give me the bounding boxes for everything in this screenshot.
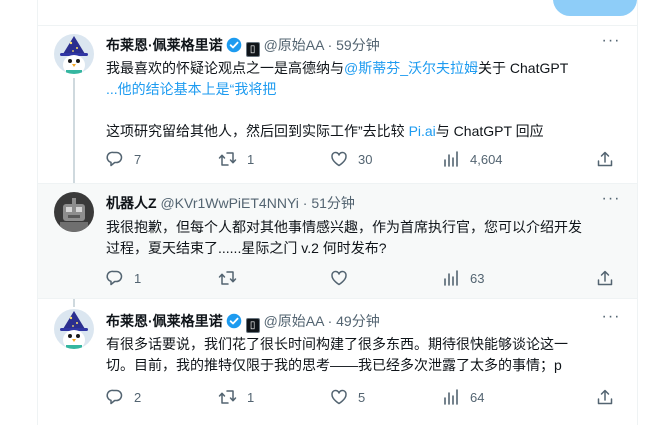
reply-action[interactable]: 7 [106, 150, 141, 170]
like-action[interactable] [330, 269, 358, 289]
verified-icon [226, 37, 242, 58]
avatar[interactable] [54, 309, 94, 349]
avatar[interactable] [54, 34, 94, 74]
tweet-header: 布莱恩·佩莱格里诺 ▯ @原始AA · 49分钟 [106, 311, 380, 334]
tweet-text: 我最喜欢的怀疑论观点之一是高德纳与@斯蒂芬_沃尔夫拉姆关于 ChatGPT ..… [106, 58, 621, 142]
timestamp[interactable]: 49分钟 [336, 313, 380, 329]
avatar[interactable] [54, 192, 94, 232]
reply-count: 1 [134, 271, 142, 286]
reply-count: 2 [134, 390, 142, 405]
like-count: 5 [358, 390, 366, 405]
author-handle[interactable]: @KVr1WwPiET4NNYi [160, 195, 298, 211]
verified-icon [226, 313, 242, 334]
tweet[interactable]: 布莱恩·佩莱格里诺 ▯ @原始AA · 59分钟 ··· 我最喜欢的怀疑论观点之一… [38, 26, 637, 183]
text-segment: 我最喜欢的怀疑论观点之一是高德纳与 [106, 60, 344, 76]
share-action[interactable] [596, 388, 614, 408]
text-segment: 关于 ChatGPT [478, 60, 569, 76]
brand-badge-icon: ▯ [245, 318, 260, 333]
share-icon [596, 151, 614, 167]
like-icon [330, 270, 348, 286]
reply-action[interactable]: 1 [106, 269, 141, 289]
tweet-header: 机器人Z @KVr1WwPiET4NNYi · 51分钟 [106, 193, 355, 213]
retweet-action[interactable]: 1 [218, 388, 254, 408]
views-count: 4,604 [470, 152, 503, 167]
mention-link[interactable]: @斯蒂芬_沃尔夫拉姆 [344, 60, 478, 76]
tweet[interactable]: 机器人Z @KVr1WwPiET4NNYi · 51分钟 ··· 我很抱歉，但每… [38, 183, 637, 298]
views-action[interactable]: 4,604 [442, 150, 503, 170]
author-handle[interactable]: @原始AA [264, 313, 324, 329]
timestamp[interactable]: 51分钟 [311, 195, 355, 211]
share-icon [596, 270, 614, 286]
reply-icon [106, 151, 124, 167]
reply-count: 7 [134, 152, 142, 167]
action-bar: 1 63 [106, 269, 626, 289]
separator-dot: · [298, 195, 312, 211]
views-count: 64 [470, 390, 485, 405]
action-bar: 7 1 30 4,604 [106, 150, 626, 170]
reply-icon [106, 270, 124, 286]
like-action[interactable]: 30 [330, 150, 372, 170]
author-handle[interactable]: @原始AA [264, 37, 324, 53]
separator-dot: · [323, 37, 337, 53]
like-icon [330, 151, 348, 167]
share-action[interactable] [596, 269, 614, 289]
retweet-count: 1 [247, 152, 255, 167]
brand-badge-icon: ▯ [245, 42, 260, 57]
reply-icon [106, 389, 124, 405]
separator-dot: · [323, 313, 337, 329]
action-bar: 2 1 5 64 [106, 388, 626, 408]
text-line: 过程，夏天结束了......星际之门 v.2 何时发布? [106, 240, 387, 256]
more-icon[interactable]: ··· [601, 309, 621, 331]
views-action[interactable]: 64 [442, 388, 484, 408]
retweet-action[interactable]: 1 [218, 150, 254, 170]
reply-action[interactable]: 2 [106, 388, 141, 408]
text-line: 有很多话要说，我们花了很长时间构建了很多东西。期待很快能够谈论这一 [106, 336, 568, 352]
views-action[interactable]: 63 [442, 269, 484, 289]
retweet-icon [218, 152, 237, 167]
thread-line [73, 299, 75, 307]
reply-button[interactable] [553, 0, 637, 16]
reply-composer-bar [38, 0, 637, 26]
author-name[interactable]: 布莱恩·佩莱格里诺 [106, 313, 223, 329]
tweet-text: 我很抱歉，但每个人都对其他事情感兴趣，作为首席执行官，您可以介绍开发 过程，夏天… [106, 217, 621, 259]
text-segment: 这项研究留给其他人，然后回到实际工作”去比较 [106, 123, 409, 139]
retweet-icon [218, 271, 237, 286]
text-line: 我很抱歉，但每个人都对其他事情感兴趣，作为首席执行官，您可以介绍开发 [106, 219, 582, 235]
views-icon [442, 151, 460, 167]
text-segment: 与 ChatGPT 回应 [435, 123, 544, 139]
retweet-icon [218, 390, 237, 405]
views-icon [442, 389, 460, 405]
share-action[interactable] [596, 150, 614, 170]
views-icon [442, 270, 460, 286]
retweet-action[interactable] [218, 269, 247, 289]
tweet[interactable]: 布莱恩·佩莱格里诺 ▯ @原始AA · 49分钟 ··· 有很多话要说，我们花了很… [38, 298, 637, 426]
url-link[interactable]: Pi.ai [409, 123, 436, 139]
quote-link[interactable]: ...他的结论基本上是“我将把 [106, 81, 276, 97]
like-action[interactable]: 5 [330, 388, 365, 408]
more-icon[interactable]: ··· [601, 191, 621, 213]
share-icon [596, 389, 614, 405]
author-name[interactable]: 布莱恩·佩莱格里诺 [106, 37, 223, 53]
more-icon[interactable]: ··· [601, 33, 621, 55]
author-name[interactable]: 机器人Z [106, 195, 157, 211]
tweet-header: 布莱恩·佩莱格里诺 ▯ @原始AA · 59分钟 [106, 35, 380, 58]
like-count: 30 [358, 152, 373, 167]
retweet-count: 1 [247, 390, 255, 405]
text-line: 切。目前，我的推特仅限于我的思考——我已经多次泄露了太多的事情；p [106, 357, 562, 373]
views-count: 63 [470, 271, 485, 286]
timeline-column: 布莱恩·佩莱格里诺 ▯ @原始AA · 59分钟 ··· 我最喜欢的怀疑论观点之一… [37, 0, 638, 425]
like-icon [330, 389, 348, 405]
tweet-text: 有很多话要说，我们花了很长时间构建了很多东西。期待很快能够谈论这一 切。目前，我… [106, 334, 621, 376]
timestamp[interactable]: 59分钟 [336, 37, 380, 53]
thread-line [73, 78, 75, 183]
